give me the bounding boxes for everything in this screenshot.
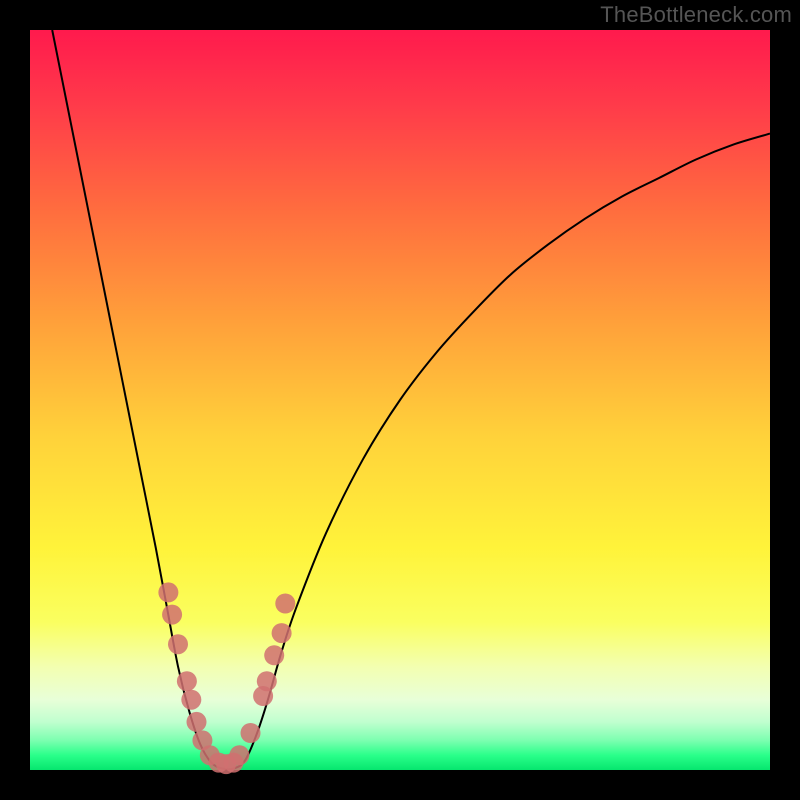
scatter-point (158, 582, 178, 602)
scatter-point (241, 723, 261, 743)
scatter-point (181, 690, 201, 710)
chart-frame: TheBottleneck.com (0, 0, 800, 800)
scatter-point (168, 634, 188, 654)
scatter-point (177, 671, 197, 691)
scatter-point (162, 605, 182, 625)
scatter-point (257, 671, 277, 691)
scatter-point (229, 745, 249, 765)
scatter-point (275, 594, 295, 614)
scatter-point (264, 645, 284, 665)
bottleneck-chart (0, 0, 800, 800)
scatter-point (272, 623, 292, 643)
scatter-point (187, 712, 207, 732)
watermark-text: TheBottleneck.com (600, 2, 792, 28)
